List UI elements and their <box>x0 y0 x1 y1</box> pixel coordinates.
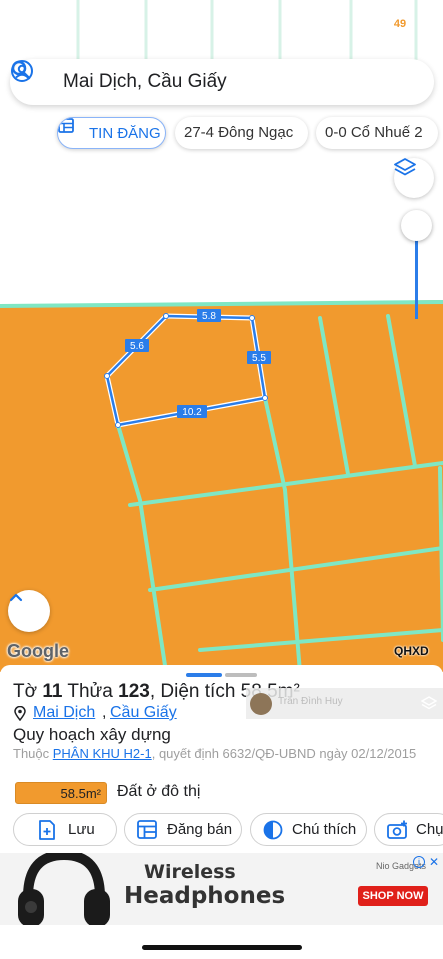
capture-button[interactable]: Chụp <box>374 813 443 846</box>
user-overlay: Trần Đình Huy <box>246 688 443 719</box>
layers-button[interactable] <box>394 158 434 198</box>
search-bar[interactable]: Mai Dịch, Cầu Giấy <box>10 59 434 105</box>
layer-code-label: QHXD <box>394 644 429 658</box>
land-use-label: Đất ở đô thị <box>117 783 201 800</box>
district-link[interactable]: Cầu Giấy <box>110 704 177 722</box>
ad-line-2: Headphones <box>124 883 286 909</box>
layers-icon <box>421 696 437 710</box>
edge-label-bottom: 10.2 <box>177 405 207 418</box>
save-button[interactable]: Lưu <box>13 813 117 846</box>
chip-recent-2[interactable]: 0-0 Cổ Nhuế 2 <box>316 117 438 149</box>
add-photo-icon <box>387 820 407 839</box>
google-attribution: Google <box>7 641 69 661</box>
chip-listings[interactable]: TIN ĐĂNG <box>57 117 166 149</box>
legend-button[interactable]: Chú thích <box>250 813 367 846</box>
opacity-slider-thumb[interactable] <box>401 210 432 241</box>
map-pin-icon <box>14 706 26 721</box>
zone-link[interactable]: PHÂN KHU H2-1 <box>53 746 152 761</box>
svg-text:5.8: 5.8 <box>202 311 216 322</box>
edge-label-top: 5.8 <box>197 309 221 322</box>
chevron-up-icon <box>9 593 23 602</box>
search-input[interactable]: Mai Dịch, Cầu Giấy <box>63 71 227 93</box>
zone-description: Thuộc PHÂN KHU H2-1, quyết định 6632/QĐ-… <box>13 746 417 761</box>
edge-label-right: 5.5 <box>247 351 271 364</box>
parcel-info-sheet[interactable]: Tờ 11 Thửa 123, Diện tích 58.5m² Mai Dịc… <box>0 665 443 959</box>
shop-now-button[interactable]: SHOP NOW <box>358 886 428 906</box>
contrast-icon <box>263 820 283 840</box>
battery-level: 49 <box>386 17 414 32</box>
chip-recent-1[interactable]: 27-4 Đông Ngạc <box>175 117 308 149</box>
ward-link[interactable]: Mai Dịch <box>33 704 95 722</box>
expand-sheet-button[interactable] <box>8 590 50 632</box>
wifi-icon <box>0 0 18 14</box>
listings-icon <box>137 820 157 839</box>
avatar <box>250 693 272 715</box>
map-view[interactable]: 5.8 5.6 5.5 10.2 09:17 49 Mai Dịch, Cầu … <box>0 0 443 672</box>
ad-line-1: Wireless <box>144 861 236 883</box>
sheet-tab-indicator[interactable] <box>225 673 257 677</box>
svg-text:10.2: 10.2 <box>182 407 202 418</box>
svg-text:5.6: 5.6 <box>130 341 144 352</box>
section-heading: Quy hoạch xây dựng <box>13 725 171 744</box>
overlay-username: Trần Đình Huy <box>278 696 343 707</box>
parcel-area-fill <box>0 300 443 672</box>
ad-banner[interactable]: Wireless Headphones Nio Gadgets SHOP NOW… <box>0 853 443 925</box>
area-badge: 58.5m² <box>15 782 107 804</box>
home-indicator[interactable] <box>142 945 302 950</box>
edge-label-left: 5.6 <box>125 339 149 352</box>
ad-info-icon[interactable]: i <box>413 856 425 868</box>
chip-listings-label: TIN ĐĂNG <box>89 125 161 142</box>
status-bar: 09:17 49 <box>0 0 443 50</box>
close-icon[interactable]: ✕ <box>429 855 439 869</box>
headphones-image <box>18 853 110 925</box>
listings-icon <box>58 118 74 133</box>
post-sale-button[interactable]: Đăng bán <box>124 813 242 846</box>
status-time: 09:17 <box>32 14 77 33</box>
sheet-tab-indicator-active[interactable] <box>186 673 222 677</box>
search-icon[interactable] <box>10 59 32 81</box>
svg-text:5.5: 5.5 <box>252 353 266 364</box>
add-document-icon <box>39 820 55 840</box>
layers-icon <box>394 158 416 176</box>
